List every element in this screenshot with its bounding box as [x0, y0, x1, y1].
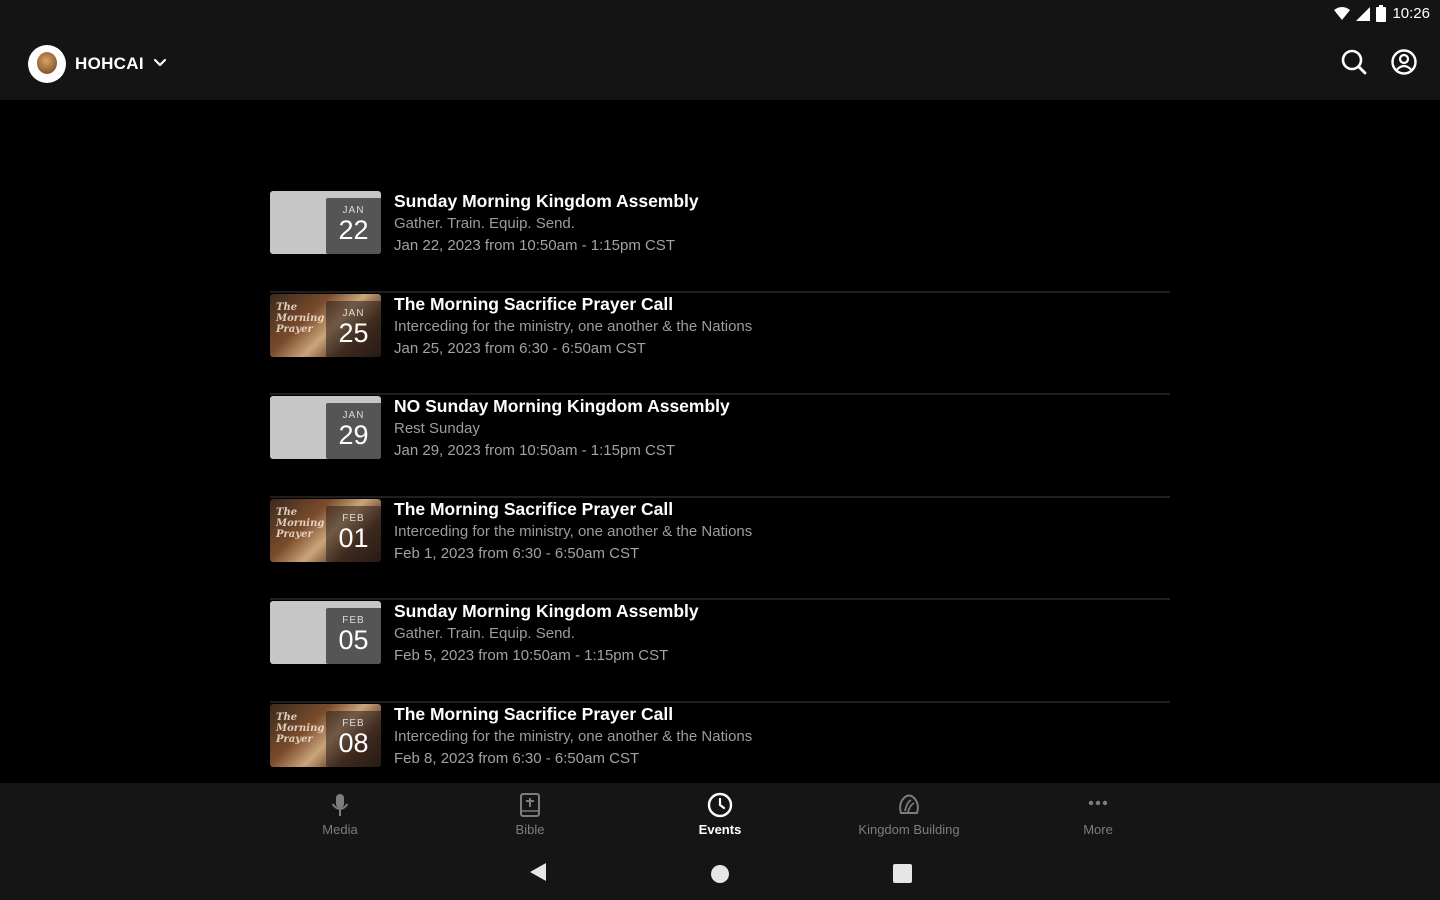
event-thumbnail: The Morning Prayer FEB 01: [270, 498, 381, 562]
back-icon[interactable]: [528, 861, 548, 888]
account-icon[interactable]: [1390, 48, 1418, 76]
events-list: JAN 22 Sunday Morning Kingdom Assembly Gath…: [270, 190, 1170, 805]
header-actions: [1340, 48, 1418, 76]
more-icon: [1084, 791, 1112, 819]
event-datetime: Feb 5, 2023 from 10:50am - 1:15pm CST: [394, 647, 669, 664]
event-item[interactable]: FEB 05 Sunday Morning Kingdom Assembly Gath…: [270, 600, 1170, 703]
event-item[interactable]: JAN 22 Sunday Morning Kingdom Assembly Gath…: [270, 190, 1170, 293]
event-month: JAN: [342, 307, 365, 319]
event-day: 25: [338, 317, 369, 348]
chevron-down-icon: [153, 55, 167, 73]
event-date-chip: FEB 05: [326, 608, 381, 664]
event-details: The Morning Sacrifice Prayer Call Interce…: [394, 498, 752, 565]
event-day: 29: [338, 420, 369, 450]
system-navigation-bar: [0, 843, 1440, 900]
status-bar: 10:26: [0, 0, 1440, 28]
bottom-navigation: Media Bible Events Kingdom Building More: [0, 783, 1440, 843]
event-item[interactable]: JAN 29 NO Sunday Morning Kingdom Assembly R…: [270, 395, 1170, 498]
event-details: NO Sunday Morning Kingdom Assembly Rest S…: [394, 395, 730, 462]
event-datetime: Feb 1, 2023 from 6:30 - 6:50am CST: [394, 544, 640, 562]
status-time: 10:26: [1392, 5, 1430, 22]
event-day: 22: [338, 215, 369, 245]
event-day: 01: [338, 522, 369, 553]
kingdom-building-icon: [895, 791, 923, 819]
cellular-signal-icon: [1356, 6, 1371, 21]
nav-item-label: Kingdom Building: [858, 822, 960, 837]
event-title: Sunday Morning Kingdom Assembly: [394, 191, 699, 211]
microphone-icon: [326, 791, 354, 819]
nav-item-kingdom-building[interactable]: Kingdom Building: [819, 791, 999, 837]
event-title: The Morning Sacrifice Prayer Call: [394, 498, 674, 519]
recents-icon[interactable]: [893, 864, 912, 888]
org-avatar: [28, 45, 66, 83]
event-subtitle: Interceding for the ministry, one anothe…: [394, 317, 753, 335]
event-item[interactable]: The Morning Prayer JAN 25 The Morning Sacri…: [270, 293, 1170, 395]
event-subtitle: Rest Sunday: [394, 420, 480, 437]
nav-item-label: Media: [322, 822, 358, 837]
battery-icon: [1376, 5, 1387, 22]
event-date-chip: JAN 25: [326, 300, 381, 357]
org-switcher[interactable]: HOHCAI: [28, 45, 167, 83]
search-icon[interactable]: [1340, 48, 1368, 76]
event-month: FEB: [342, 512, 365, 524]
event-date-chip: JAN 22: [326, 198, 381, 254]
nav-item-label: Events: [698, 822, 742, 837]
event-thumbnail: JAN 22: [270, 191, 381, 254]
home-icon[interactable]: [710, 864, 730, 889]
event-day: 08: [338, 727, 369, 758]
event-date-chip: FEB 08: [326, 710, 381, 767]
event-day: 05: [338, 625, 369, 655]
app-header: HOHCAI: [0, 28, 1440, 100]
event-subtitle: Gather. Train. Equip. Send.: [394, 215, 575, 232]
event-title: NO Sunday Morning Kingdom Assembly: [394, 396, 730, 416]
event-datetime: Feb 8, 2023 from 6:30 - 6:50am CST: [394, 749, 640, 767]
nav-item-media[interactable]: Media: [250, 791, 430, 837]
status-indicators: 10:26: [1334, 5, 1430, 22]
nav-item-label: Bible: [515, 822, 545, 837]
event-title: Sunday Morning Kingdom Assembly: [394, 601, 699, 621]
nav-item-events[interactable]: Events: [630, 791, 810, 837]
event-details: The Morning Sacrifice Prayer Call Interce…: [394, 703, 752, 770]
wifi-icon: [1334, 6, 1351, 21]
event-datetime: Jan 25, 2023 from 6:30 - 6:50am CST: [394, 339, 646, 357]
nav-item-label: More: [1083, 822, 1113, 837]
nav-item-bible[interactable]: Bible: [440, 791, 620, 837]
event-thumbnail: The Morning Prayer FEB 08: [270, 703, 381, 767]
event-datetime: Jan 29, 2023 from 10:50am - 1:15pm CST: [394, 442, 675, 459]
event-details: Sunday Morning Kingdom Assembly Gather. T…: [394, 600, 699, 667]
event-details: The Morning Sacrifice Prayer Call Interce…: [394, 293, 752, 360]
org-name: HOHCAI: [75, 54, 144, 73]
event-date-chip: JAN 29: [326, 403, 381, 459]
nav-item-more[interactable]: More: [1008, 791, 1188, 837]
event-title: The Morning Sacrifice Prayer Call: [394, 703, 674, 724]
event-subtitle: Interceding for the ministry, one anothe…: [394, 727, 753, 745]
bible-icon: [516, 791, 544, 819]
event-title: The Morning Sacrifice Prayer Call: [394, 293, 674, 314]
event-subtitle: Interceding for the ministry, one anothe…: [394, 522, 753, 540]
event-date-chip: FEB 01: [326, 505, 381, 562]
event-month: FEB: [342, 717, 365, 729]
event-item[interactable]: The Morning Prayer FEB 01 The Morning Sacri…: [270, 498, 1170, 600]
event-subtitle: Gather. Train. Equip. Send.: [394, 625, 575, 642]
event-details: Sunday Morning Kingdom Assembly Gather. T…: [394, 190, 699, 257]
clock-icon: [706, 791, 734, 819]
event-thumbnail: JAN 29: [270, 396, 381, 459]
event-datetime: Jan 22, 2023 from 10:50am - 1:15pm CST: [394, 237, 675, 254]
event-thumbnail: FEB 05: [270, 601, 381, 664]
event-thumbnail: The Morning Prayer JAN 25: [270, 293, 381, 357]
